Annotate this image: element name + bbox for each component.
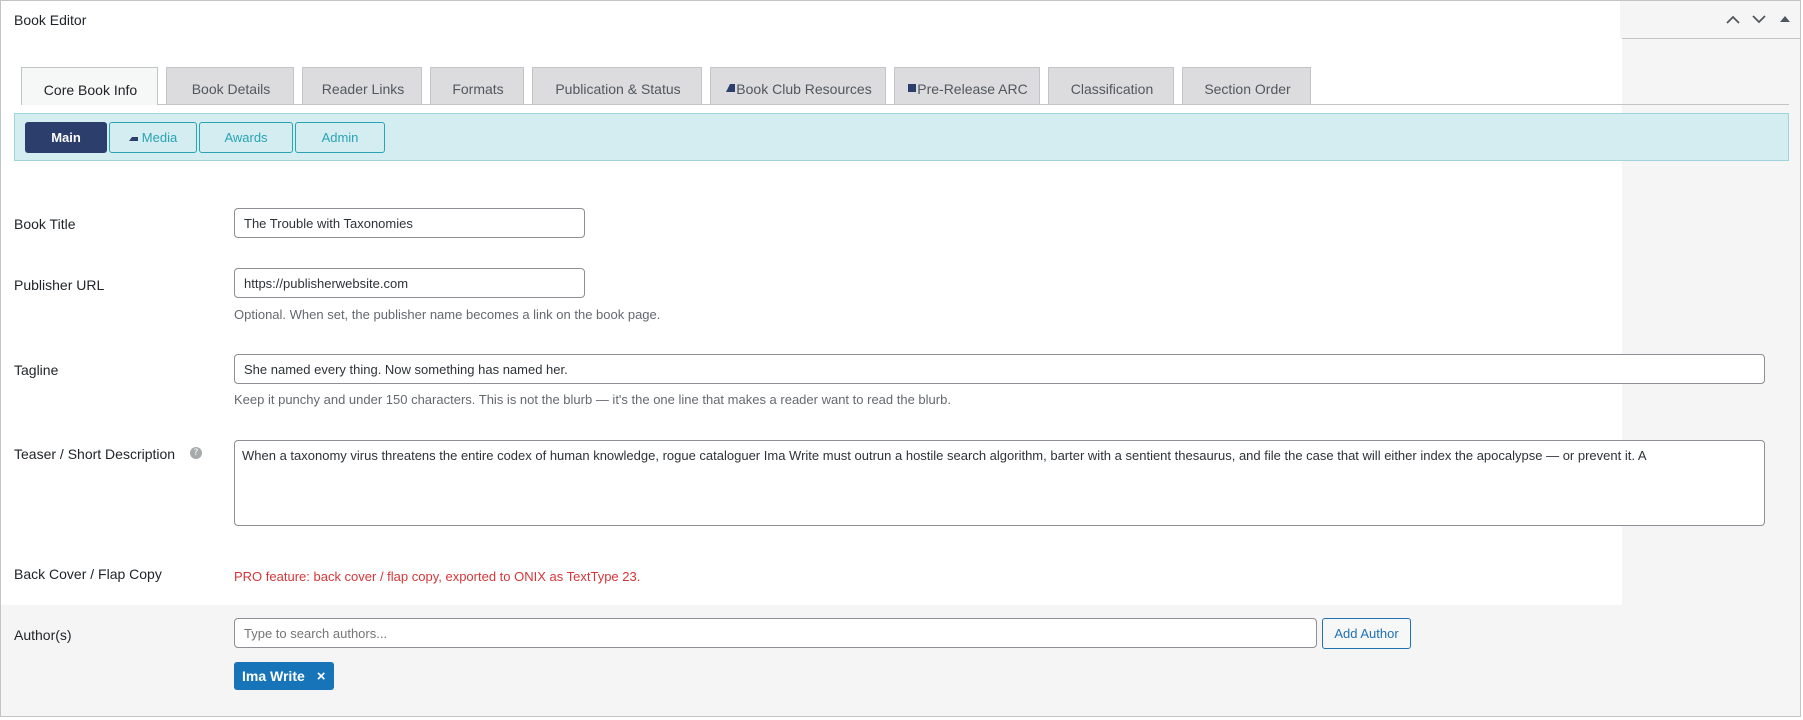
move-down-icon[interactable] <box>1750 9 1768 29</box>
subtab-bar: Main Media Awards Admin <box>14 113 1789 161</box>
move-up-icon[interactable] <box>1724 9 1742 29</box>
subtabs: Main Media Awards Admin <box>25 122 385 153</box>
toggle-panel-icon[interactable] <box>1776 9 1794 29</box>
teaser-textarea[interactable]: When a taxonomy virus threatens the enti… <box>234 440 1765 526</box>
tab-classification[interactable]: Classification <box>1048 67 1174 104</box>
arc-square-icon <box>908 83 917 95</box>
teaser-label: Teaser / Short Description <box>14 446 176 462</box>
tab-book-club-resources[interactable]: Book Club Resources <box>710 67 886 104</box>
book-title-label: Book Title <box>14 216 76 232</box>
tab-reader-links[interactable]: Reader Links <box>302 67 422 104</box>
subtab-awards[interactable]: Awards <box>199 122 293 153</box>
subtab-media[interactable]: Media <box>109 122 197 153</box>
publisher-url-description: Optional. When set, the publisher name b… <box>234 307 661 322</box>
tagline-label: Tagline <box>14 362 59 378</box>
panel-title: Book Editor <box>14 12 87 28</box>
tab-publication-status[interactable]: Publication & Status <box>532 67 702 104</box>
tab-book-details[interactable]: Book Details <box>166 67 294 104</box>
publisher-url-label: Publisher URL <box>14 277 105 293</box>
subtab-main[interactable]: Main <box>25 122 107 153</box>
subtab-admin[interactable]: Admin <box>295 122 385 153</box>
panel-controls <box>1724 9 1794 29</box>
media-icon <box>128 133 138 143</box>
pro-feature-notice: PRO feature: back cover / flap copy, exp… <box>234 569 641 584</box>
tab-formats[interactable]: Formats <box>430 67 524 104</box>
tab-section-order[interactable]: Section Order <box>1182 67 1311 104</box>
book-club-icon <box>726 83 736 95</box>
back-cover-label: Back Cover / Flap Copy <box>14 566 162 582</box>
book-title-input[interactable] <box>234 208 585 238</box>
remove-author-icon[interactable]: × <box>317 668 326 685</box>
book-editor-panel: Book Editor Core Book Info Book Details … <box>0 0 1801 717</box>
tab-core-book-info[interactable]: Core Book Info <box>21 67 158 105</box>
author-search-input[interactable] <box>234 618 1317 648</box>
panel-header: Book Editor <box>1 1 1800 39</box>
publisher-url-input[interactable] <box>234 268 585 298</box>
main-tabs: Core Book Info Book Details Reader Links… <box>21 67 1311 105</box>
tab-pre-release-arc[interactable]: Pre-Release ARC <box>894 67 1040 104</box>
author-chip-name: Ima Write <box>242 668 305 684</box>
author-chip: Ima Write × <box>234 662 334 690</box>
tagline-input[interactable] <box>234 354 1765 384</box>
tagline-description: Keep it punchy and under 150 characters.… <box>234 392 951 407</box>
authors-label: Author(s) <box>14 627 72 643</box>
help-icon[interactable]: ? <box>190 447 202 459</box>
add-author-button[interactable]: Add Author <box>1322 618 1411 649</box>
